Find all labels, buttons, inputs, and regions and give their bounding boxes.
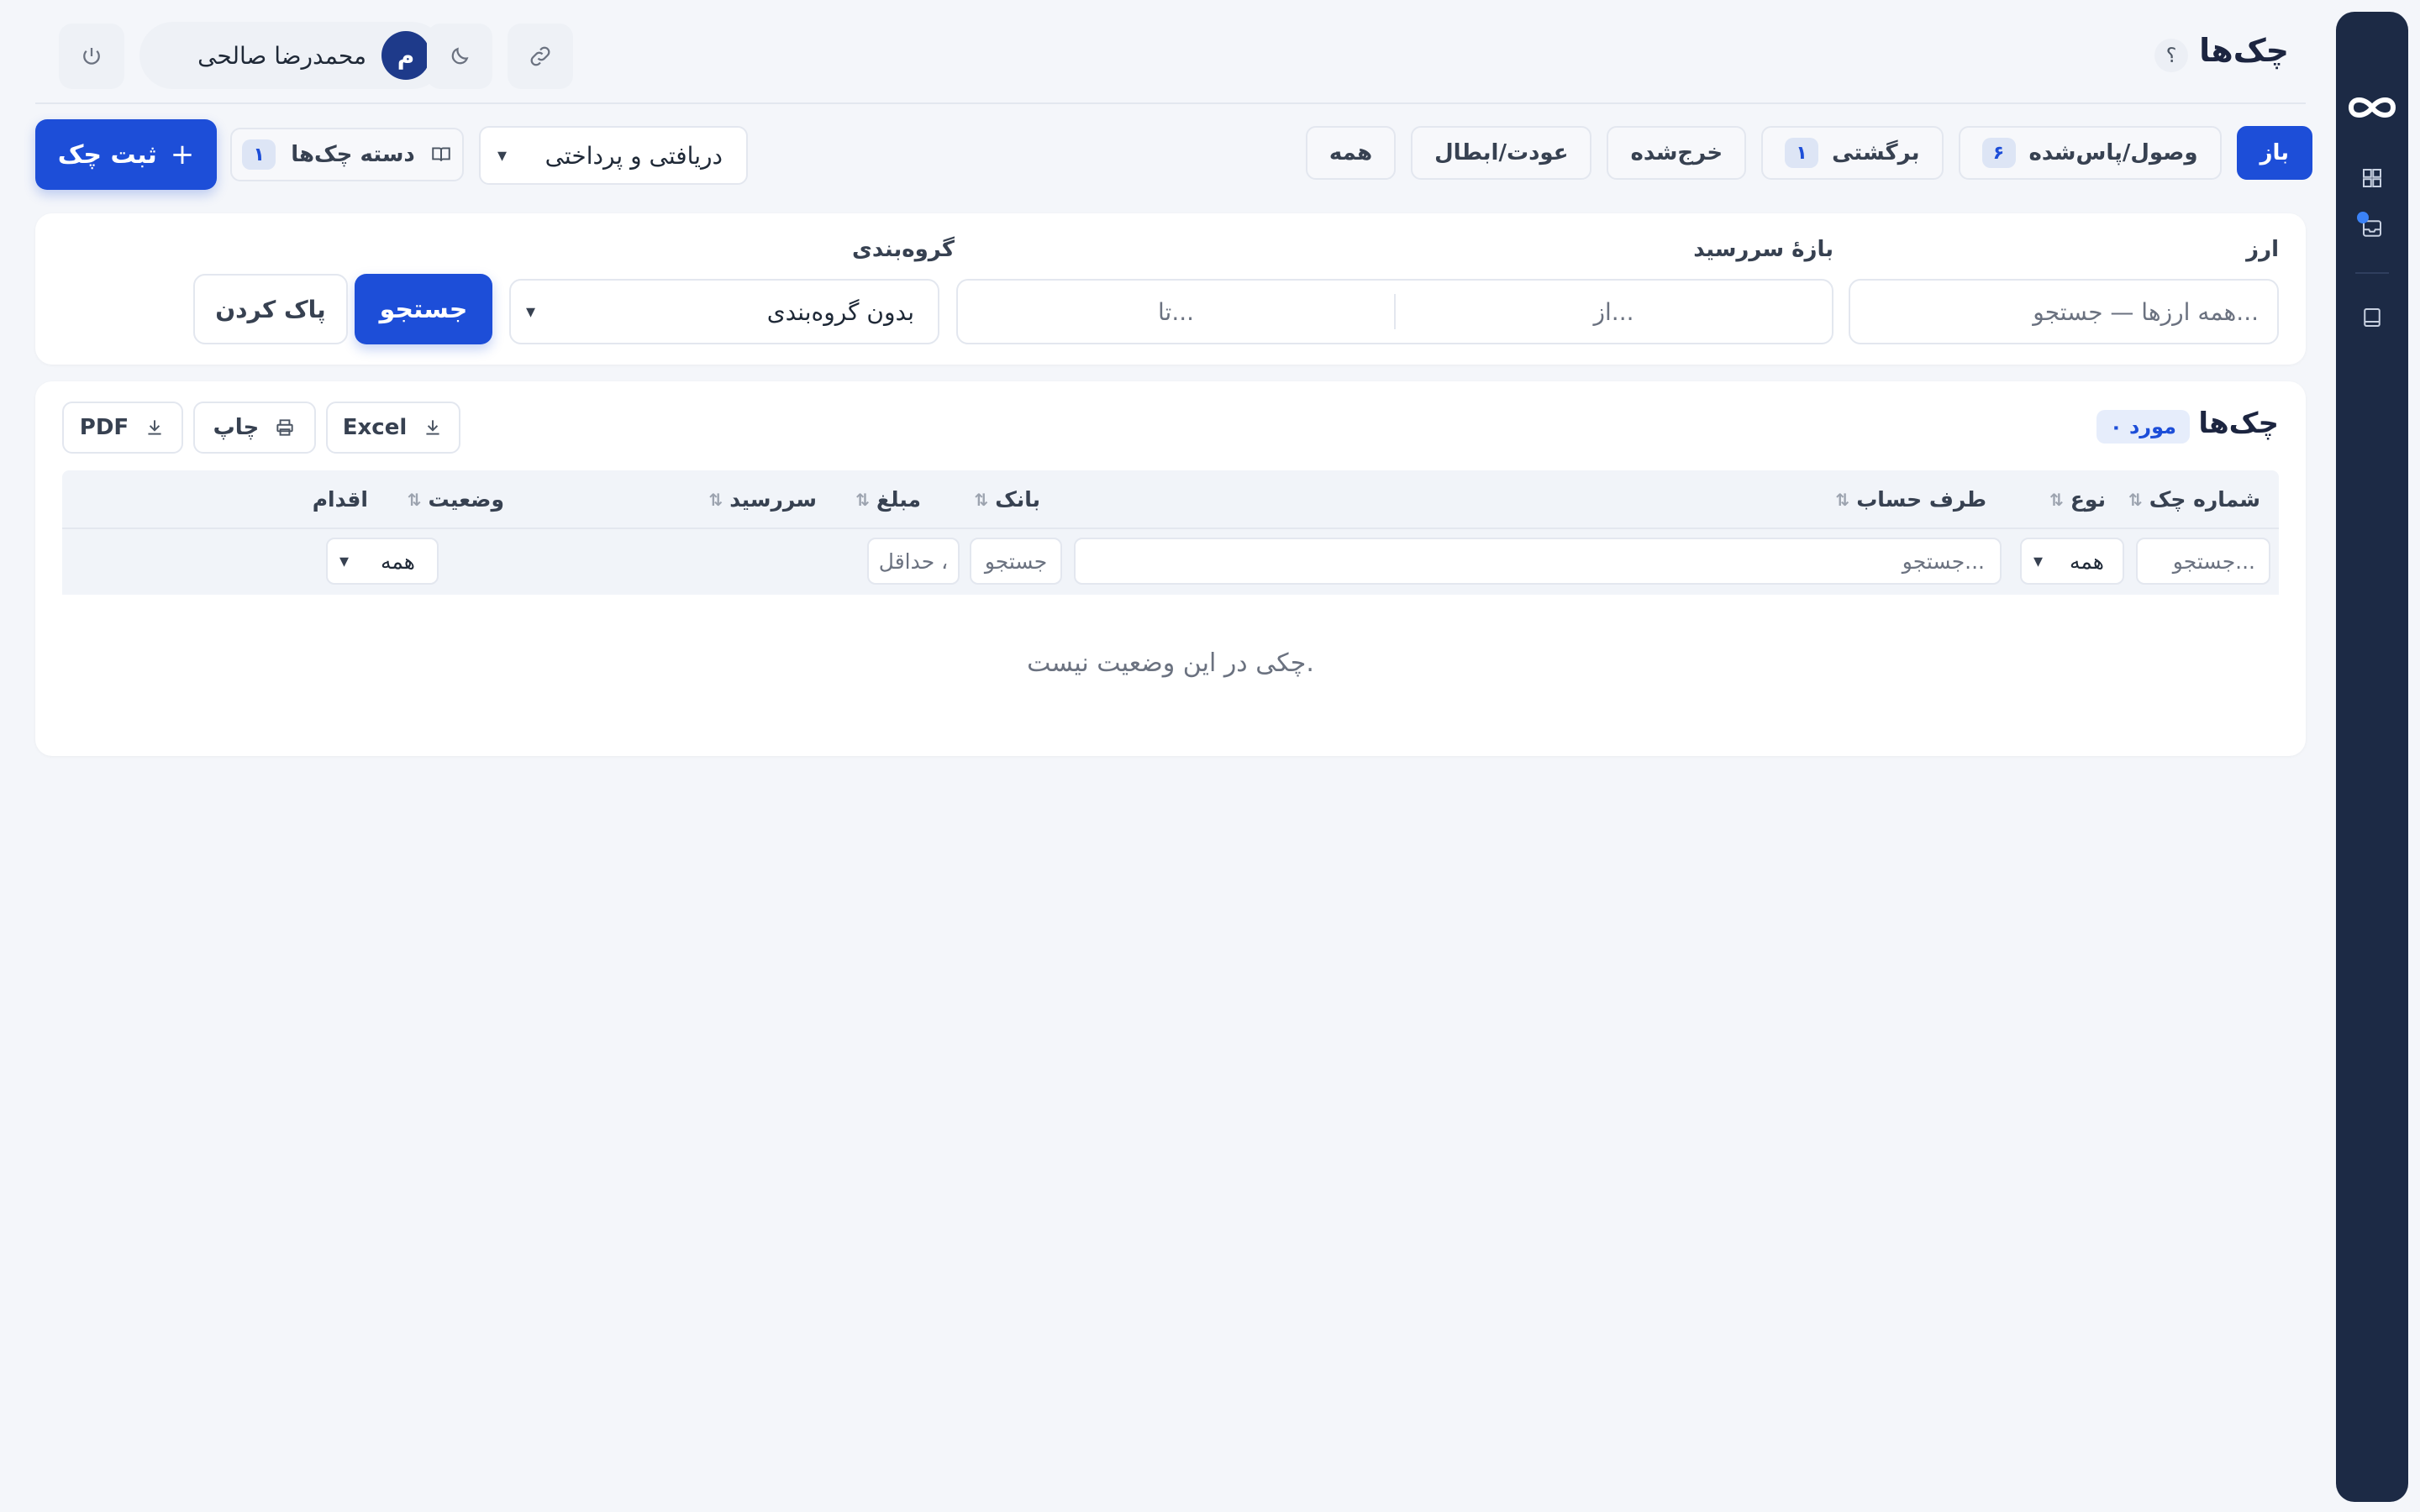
grouping-select[interactable]: ▾ بدون گروه‌بندی xyxy=(509,279,939,344)
table-title: چک‌ها xyxy=(2198,407,2279,440)
col-due-date[interactable]: سررسید ⇅ xyxy=(708,487,817,512)
top-bar: چک‌ها ؟ محمدرضا صالحی م xyxy=(35,0,2306,104)
power-button[interactable] xyxy=(59,24,124,89)
check-type-select[interactable]: ▾ دریافتی و پرداختی xyxy=(479,126,748,185)
app-logo-icon[interactable] xyxy=(2343,89,2402,126)
sort-icon: ⇅ xyxy=(2049,489,2064,510)
avatar: م xyxy=(381,31,430,80)
status-tabs: باز وصول/پاس‌شده ۶ برگشتی ۱ خرج‌شده عودت… xyxy=(1305,126,2312,180)
count-badge: ۰ مورد xyxy=(2096,410,2190,444)
due-from-input[interactable]: از... xyxy=(1396,281,1832,343)
chevron-down-icon: ▾ xyxy=(497,144,508,166)
download-icon xyxy=(426,420,439,435)
col-action: اقدام xyxy=(312,487,368,512)
dashboard-icon[interactable] xyxy=(2349,155,2396,202)
col-status[interactable]: وضعیت ⇅ xyxy=(408,487,504,512)
sort-icon: ⇅ xyxy=(2128,489,2143,510)
sidebar-divider xyxy=(2355,272,2389,274)
notification-dot xyxy=(2357,212,2369,223)
due-range-label: بازهٔ سررسید xyxy=(1693,237,1833,262)
tab-open[interactable]: باز xyxy=(2236,126,2312,180)
empty-state-message: چکی در این وضعیت نیست. xyxy=(1027,648,1314,678)
chevron-down-icon: ▾ xyxy=(2033,550,2044,572)
user-name: محمدرضا صالحی xyxy=(197,41,366,70)
filter-status-select[interactable]: ▾ همه xyxy=(326,538,439,585)
link-button[interactable] xyxy=(508,24,573,89)
due-range-input: تا... از... xyxy=(956,279,1833,344)
grouping-label: گروه‌بندی xyxy=(852,237,955,262)
filter-party-input[interactable]: جستجو... xyxy=(1074,538,2002,585)
user-menu[interactable]: محمدرضا صالحی م xyxy=(139,22,445,89)
download-icon xyxy=(148,420,161,435)
add-check-button[interactable]: + ثبت چک xyxy=(35,119,217,190)
page-title: چک‌ها xyxy=(2199,32,2289,69)
col-check-number[interactable]: شماره چک ⇅ xyxy=(2128,487,2260,512)
checks-table-card: چک‌ها ۰ مورد Excel چاپ PDF شماره چک ⇅ نوع… xyxy=(35,381,2306,756)
book-icon[interactable] xyxy=(2349,294,2396,341)
due-to-input[interactable]: تا... xyxy=(958,281,1394,343)
sidebar xyxy=(2336,12,2408,1502)
tab-all[interactable]: همه xyxy=(1305,126,1397,180)
tab-count-badge: ۶ xyxy=(1981,138,2016,168)
filter-type-select[interactable]: ▾ همه xyxy=(2020,538,2124,585)
theme-toggle-button[interactable] xyxy=(427,24,492,89)
col-party[interactable]: طرف حساب ⇅ xyxy=(1835,487,1986,512)
col-amount[interactable]: مبلغ ⇅ xyxy=(855,487,921,512)
table-header: شماره چک ⇅ نوع ⇅ طرف حساب ⇅ بانک ⇅ مبلغ ⇅ سرر… xyxy=(62,470,2279,529)
sort-icon: ⇅ xyxy=(708,489,723,510)
book-open-icon xyxy=(432,147,450,161)
filter-bank-input[interactable]: جستجو xyxy=(970,538,1062,585)
search-button[interactable]: جستجو xyxy=(355,274,492,344)
plus-icon: + xyxy=(170,138,195,171)
clear-button[interactable]: پاک کردن xyxy=(193,274,348,344)
export-pdf-button[interactable]: PDF xyxy=(62,402,183,454)
checkbooks-button[interactable]: دسته چک‌ها ۱ xyxy=(230,128,464,181)
sort-icon: ⇅ xyxy=(855,489,871,510)
sort-icon: ⇅ xyxy=(1835,489,1850,510)
currency-label: ارز xyxy=(2246,237,2279,262)
sort-icon: ⇅ xyxy=(974,489,989,510)
export-excel-button[interactable]: Excel xyxy=(326,402,460,454)
filter-amount-min-input[interactable]: حداقل ، xyxy=(867,538,960,585)
tab-count-badge: ۱ xyxy=(1785,138,1819,168)
filter-panel: ارز همه ارزها — جستجو... بازهٔ سررسید تا… xyxy=(35,213,2306,365)
tab-returned[interactable]: عودت/ابطال xyxy=(1411,126,1592,180)
column-filter-row: جستجو... ▾ همه جستجو... جستجو حداقل ، ▾ هم… xyxy=(62,529,2279,595)
filter-check-number-input[interactable]: جستجو... xyxy=(2136,538,2270,585)
chevron-down-icon: ▾ xyxy=(339,550,350,572)
tab-bounced[interactable]: برگشتی ۱ xyxy=(1761,126,1944,180)
col-bank[interactable]: بانک ⇅ xyxy=(974,487,1040,512)
sort-icon: ⇅ xyxy=(407,489,422,510)
currency-input[interactable]: همه ارزها — جستجو... xyxy=(1849,279,2279,344)
printer-icon xyxy=(276,419,293,436)
chevron-down-icon: ▾ xyxy=(526,301,536,323)
tab-spent[interactable]: خرج‌شده xyxy=(1607,126,1747,180)
inbox-icon[interactable] xyxy=(2349,205,2396,252)
col-type[interactable]: نوع ⇅ xyxy=(2049,487,2106,512)
tab-cleared[interactable]: وصول/پاس‌شده ۶ xyxy=(1958,126,2222,180)
help-button[interactable]: ؟ xyxy=(2154,39,2188,72)
checkbooks-count-badge: ۱ xyxy=(242,139,276,170)
print-button[interactable]: چاپ xyxy=(193,402,316,454)
